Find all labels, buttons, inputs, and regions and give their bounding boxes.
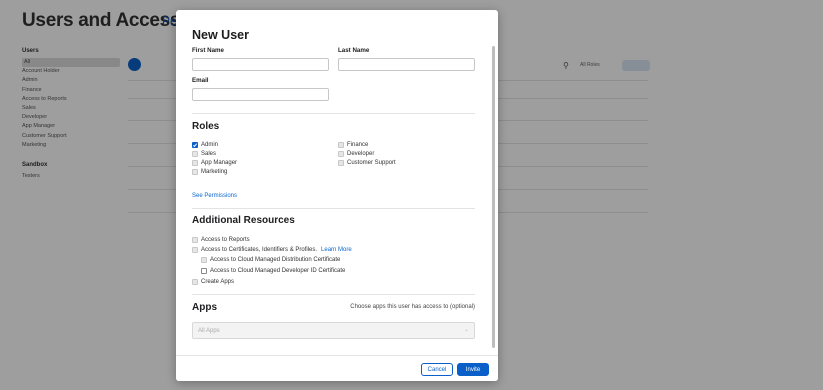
- checkbox-icon[interactable]: [201, 257, 207, 263]
- last-name-field[interactable]: [338, 58, 475, 71]
- cloud-distribution-cert-option[interactable]: Access to Cloud Managed Distribution Cer…: [201, 256, 340, 264]
- checkbox-icon[interactable]: [192, 160, 198, 166]
- apps-hint-text: Choose apps this user has access to (opt…: [350, 304, 475, 310]
- apps-heading: Apps: [192, 302, 217, 313]
- chevron-down-icon: ⌄: [463, 327, 469, 333]
- option-label: Create Apps: [201, 279, 235, 285]
- divider: [192, 113, 475, 114]
- checkbox-icon[interactable]: [338, 142, 344, 148]
- checkbox-icon[interactable]: [192, 279, 198, 285]
- new-user-dialog: New User First Name Last Name Email Role…: [176, 10, 498, 381]
- divider: [192, 294, 475, 295]
- role-label: Admin: [201, 142, 219, 148]
- option-label: Access to Cloud Managed Distribution Cer…: [210, 257, 341, 263]
- role-admin[interactable]: Admin: [192, 141, 218, 149]
- role-label: Finance: [347, 142, 369, 148]
- additional-resources-heading: Additional Resources: [192, 215, 295, 226]
- role-app-manager[interactable]: App Manager: [192, 159, 237, 167]
- first-name-label: First Name: [192, 47, 224, 54]
- checkbox-checked-icon[interactable]: [192, 142, 198, 148]
- access-to-reports-option[interactable]: Access to Reports: [192, 236, 250, 244]
- checkbox-icon[interactable]: [192, 151, 198, 157]
- dialog-title: New User: [192, 28, 249, 42]
- option-label: Access to Cloud Managed Developer ID Cer…: [210, 268, 346, 274]
- last-name-label: Last Name: [338, 47, 370, 54]
- role-developer[interactable]: Developer: [338, 150, 374, 158]
- checkbox-icon[interactable]: [192, 247, 198, 253]
- role-label: Customer Support: [347, 160, 396, 166]
- first-name-field[interactable]: [192, 58, 329, 71]
- role-sales[interactable]: Sales: [192, 150, 216, 158]
- cloud-developer-id-cert-option[interactable]: Access to Cloud Managed Developer ID Cer…: [201, 267, 345, 275]
- create-apps-option[interactable]: Create Apps: [192, 278, 234, 286]
- apps-select[interactable]: All Apps ⌄: [192, 322, 475, 339]
- checkbox-icon[interactable]: [338, 160, 344, 166]
- checkbox-icon[interactable]: [192, 169, 198, 175]
- checkbox-icon[interactable]: [338, 151, 344, 157]
- role-finance[interactable]: Finance: [338, 141, 368, 149]
- divider: [192, 208, 475, 209]
- learn-more-link[interactable]: Learn More: [321, 247, 352, 253]
- invite-button[interactable]: Invite: [457, 363, 489, 376]
- role-label: App Manager: [201, 160, 238, 166]
- dialog-scrollbar[interactable]: [492, 46, 495, 348]
- email-field[interactable]: [192, 88, 329, 101]
- role-label: Developer: [347, 151, 375, 157]
- checkbox-icon[interactable]: [192, 237, 198, 243]
- access-to-certificates-option[interactable]: Access to Certificates, Identifiers & Pr…: [192, 246, 352, 254]
- checkbox-icon[interactable]: [201, 268, 207, 274]
- option-label: Access to Reports: [201, 237, 250, 243]
- role-label: Sales: [201, 151, 217, 157]
- email-label: Email: [192, 77, 209, 84]
- dialog-footer: Cancel Invite: [176, 355, 498, 381]
- option-label: Access to Certificates, Identifiers & Pr…: [201, 247, 318, 253]
- apps-select-value: All Apps: [198, 328, 220, 334]
- role-marketing[interactable]: Marketing: [192, 168, 227, 176]
- roles-heading: Roles: [192, 121, 220, 132]
- see-permissions-link[interactable]: See Permissions: [192, 193, 237, 199]
- dialog-content: New User First Name Last Name Email Role…: [176, 10, 498, 354]
- cancel-button[interactable]: Cancel: [421, 363, 453, 376]
- role-customer-support[interactable]: Customer Support: [338, 159, 396, 167]
- role-label: Marketing: [201, 169, 228, 175]
